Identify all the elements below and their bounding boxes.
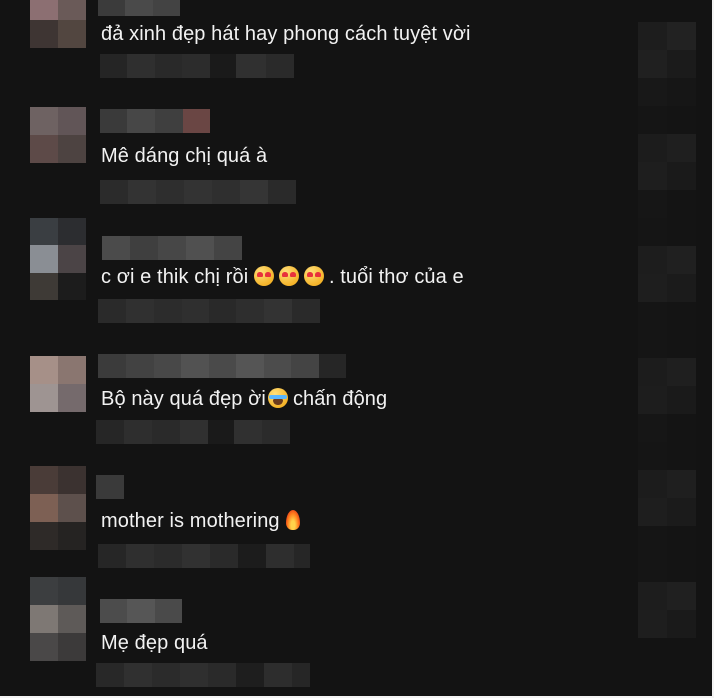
avatar[interactable]: [30, 466, 86, 550]
comment-item: Mẹ đẹp quá: [0, 577, 712, 696]
comment-text: mother is mothering: [101, 510, 300, 533]
comment-text: c ơi e thik chị rồi . tuổi thơ của e: [101, 266, 464, 289]
comment-meta-blurred: [98, 299, 320, 323]
username-blurred[interactable]: [100, 599, 182, 623]
username-blurred[interactable]: [100, 109, 210, 133]
loudly-crying-icon: [267, 388, 288, 408]
avatar[interactable]: [30, 0, 86, 48]
avatar[interactable]: [30, 107, 86, 163]
comment-meta-blurred: [98, 544, 310, 568]
comment-item: Bộ này quá đẹp ời chấn động: [0, 354, 712, 478]
comment-text: Mê dáng chị quá à: [101, 145, 268, 167]
comment-meta-blurred: [100, 180, 296, 204]
avatar[interactable]: [30, 356, 86, 412]
comment-text-end: chấn động: [292, 388, 388, 410]
comment-text-start: mother is mothering: [101, 510, 280, 532]
comment-item: mother is mothering: [0, 466, 712, 588]
comment-meta-blurred: [96, 663, 310, 687]
comment-text: đả xinh đẹp hát hay phong cách tuyệt vời: [101, 23, 471, 45]
comment-meta-blurred: [100, 54, 294, 78]
like-buttons-blurred[interactable]: [638, 22, 696, 682]
username-blurred[interactable]: [98, 354, 346, 378]
username-blurred[interactable]: [96, 475, 124, 499]
heart-eyes-icon: [253, 266, 274, 286]
comment-item: đả xinh đẹp hát hay phong cách tuyệt vời: [0, 0, 712, 114]
comment-text-start: Bộ này quá đẹp ời: [101, 388, 266, 410]
username-blurred[interactable]: [98, 0, 180, 16]
fire-icon: [285, 510, 300, 530]
comment-item: c ơi e thik chị rồi . tuổi thơ của e: [0, 218, 712, 340]
avatar[interactable]: [30, 218, 86, 300]
comment-text: Mẹ đẹp quá: [101, 632, 208, 654]
comment-text-end: . tuổi thơ của e: [328, 266, 464, 288]
username-blurred[interactable]: [102, 236, 242, 260]
comment-item: Mê dáng chị quá à: [0, 107, 712, 229]
comment-text-start: c ơi e thik chị rồi: [101, 266, 249, 288]
comment-meta-blurred: [96, 420, 290, 444]
heart-eyes-icon: [303, 266, 324, 286]
comment-text: Bộ này quá đẹp ời chấn động: [101, 388, 387, 411]
avatar[interactable]: [30, 577, 86, 661]
comment-feed: đả xinh đẹp hát hay phong cách tuyệt vời…: [0, 0, 714, 698]
heart-eyes-icon: [278, 266, 299, 286]
